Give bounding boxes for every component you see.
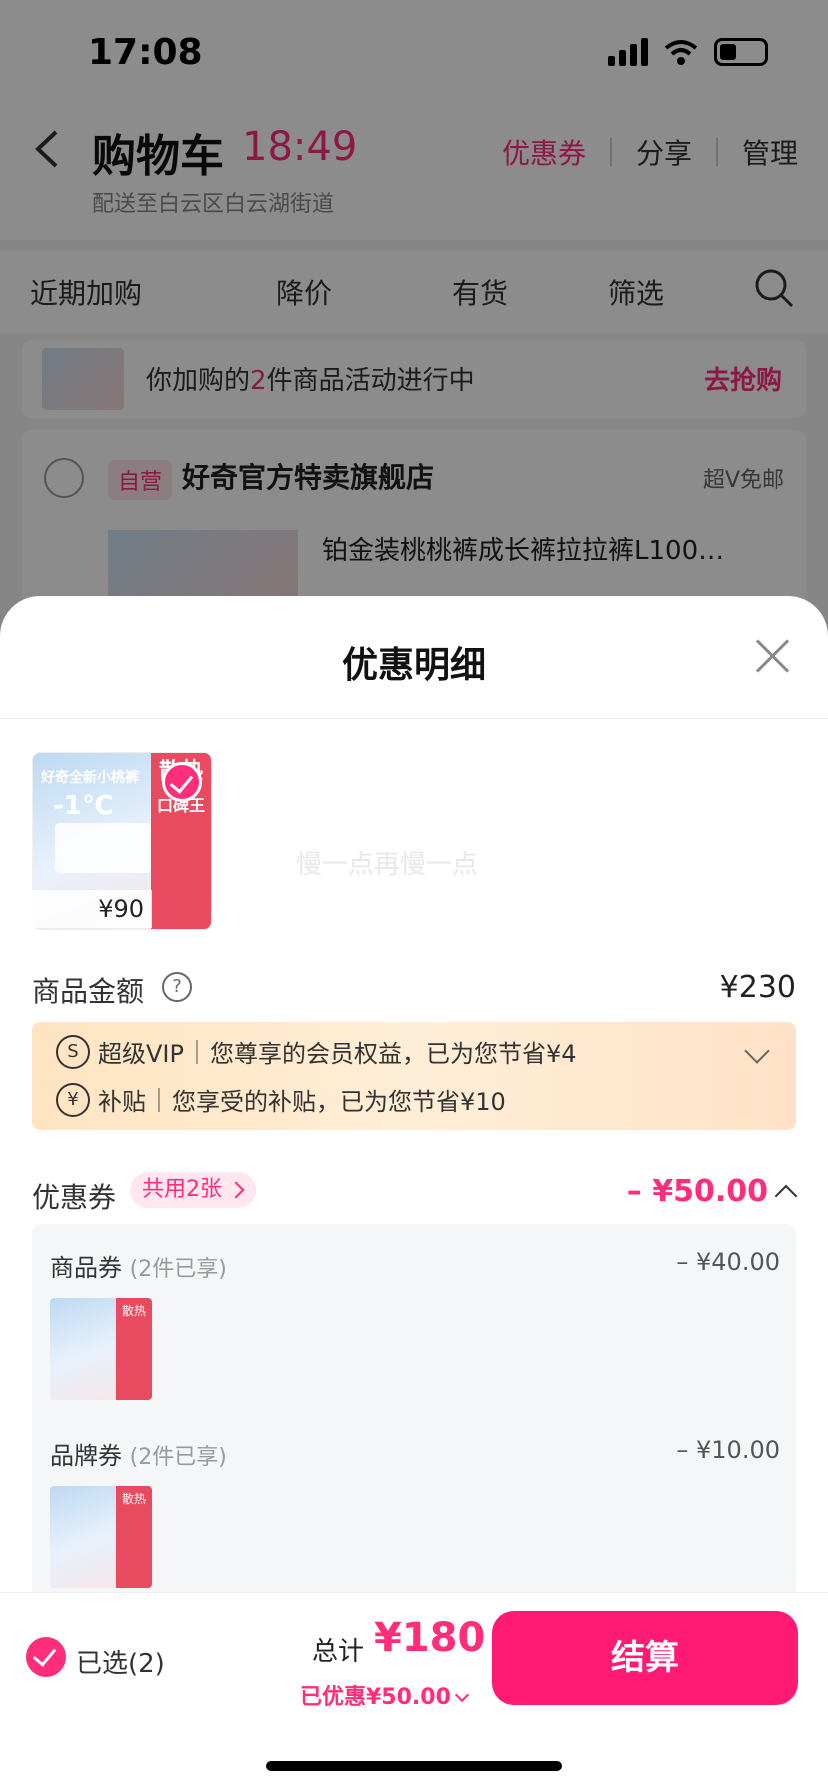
sheet-title: 优惠明细 — [341, 645, 486, 686]
coupon-label: 优惠券 — [32, 1181, 117, 1214]
benefits-box[interactable]: S 超级VIP 您尊享的会员权益，已为您节省¥4 ¥ 补贴 您享受的补贴，已为您… — [32, 1022, 796, 1130]
home-indicator — [266, 1761, 562, 1771]
product-price: ¥90 — [32, 890, 152, 928]
goods-amount-label: 商品金额 — [32, 975, 145, 1008]
saved-amount[interactable]: 已优惠¥50.00 — [300, 1679, 467, 1711]
help-icon[interactable]: ? — [162, 972, 192, 1002]
coupon-count-pill[interactable]: 共用2张 — [130, 1172, 256, 1208]
benefit-vip: S 超级VIP 您尊享的会员权益，已为您节省¥4 — [56, 1034, 577, 1069]
watermark-text: 慢一点再慢一点 — [296, 850, 479, 880]
divider — [0, 718, 828, 719]
coupon-item-brand: 品牌券 (2件已享) – ¥10.00 — [50, 1436, 780, 1470]
coupon-item-goods: 商品券 (2件已享) – ¥40.00 — [50, 1248, 780, 1282]
product-pack-image — [55, 823, 151, 873]
total-value: ¥180 — [374, 1615, 486, 1661]
goods-amount-value: ¥230 — [719, 970, 796, 1005]
product-temp: -1℃ — [53, 791, 114, 821]
checkout-footer: 已选(2) 总计 ¥180 已优惠¥50.00 结算 — [0, 1592, 828, 1792]
product-label: 好奇全新小桃裤 — [41, 770, 139, 786]
goods-amount-row: 商品金额 ? ¥230 — [32, 970, 796, 1010]
product-check-icon[interactable] — [162, 762, 202, 802]
coupon-item-thumbnail: 散热 — [50, 1298, 152, 1400]
vip-icon: S — [56, 1034, 90, 1069]
select-all-check-icon[interactable] — [26, 1637, 66, 1677]
selected-count[interactable]: 已选(2) — [76, 1643, 165, 1680]
money-bag-icon: ¥ — [56, 1082, 90, 1117]
total-label: 总计 — [312, 1637, 365, 1667]
coupon-row[interactable]: 优惠券 共用2张 – ¥50.00 — [32, 1172, 798, 1216]
checkout-button[interactable]: 结算 — [492, 1611, 798, 1705]
coupon-total: – ¥50.00 — [626, 1174, 768, 1209]
coupon-detail-panel: 商品券 (2件已享) – ¥40.00 散热 品牌券 (2件已享) – ¥10.… — [32, 1224, 796, 1654]
coupon-item-thumbnail: 散热 — [50, 1486, 152, 1588]
close-button[interactable] — [754, 638, 790, 674]
chevron-up-icon[interactable] — [774, 1184, 798, 1208]
benefit-subsidy: ¥ 补贴 您享受的补贴，已为您节省¥10 — [56, 1082, 506, 1117]
chevron-down-icon[interactable] — [744, 1038, 770, 1064]
